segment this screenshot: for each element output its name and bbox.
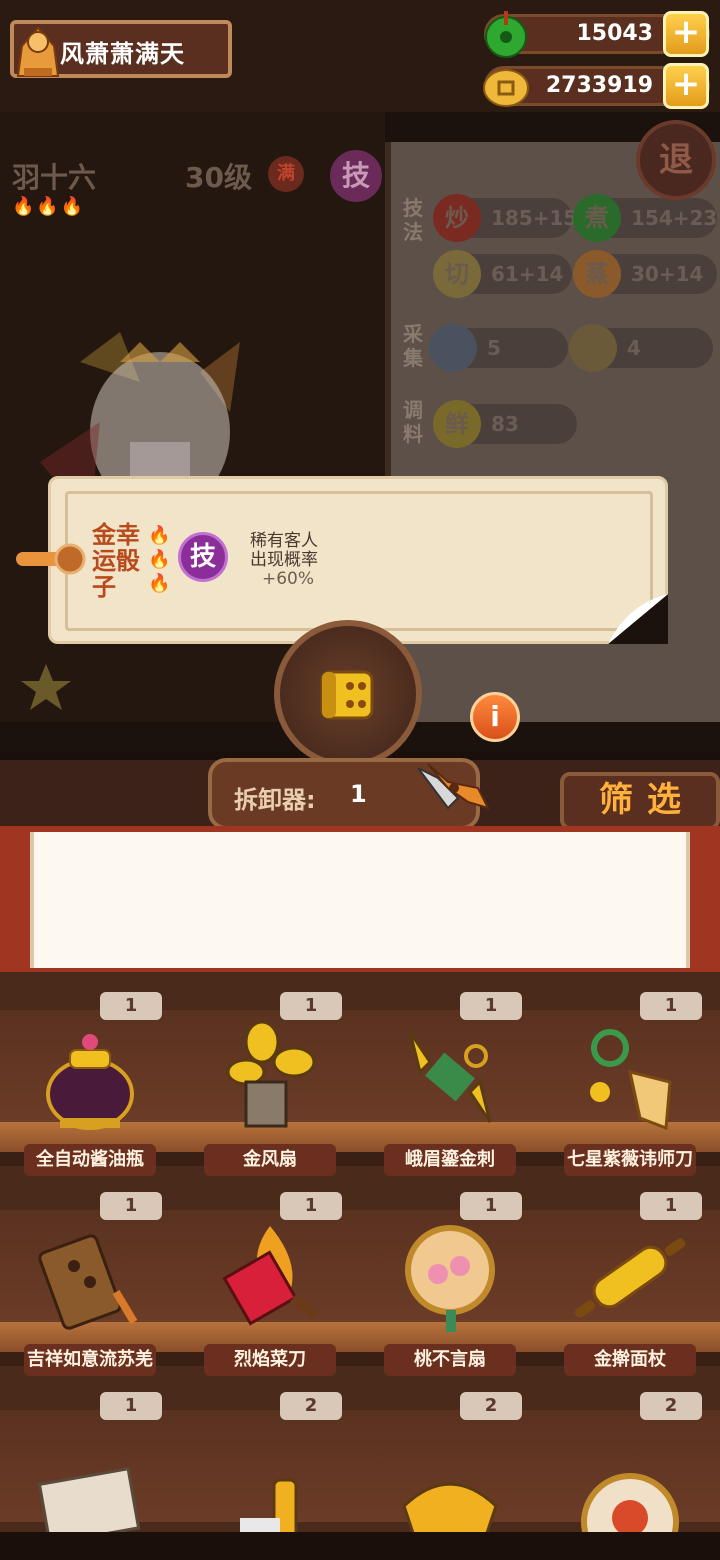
boil-icon: 煮 [573,194,621,242]
character-level: 30级 [185,161,252,194]
player-name-plate[interactable]: 风萧萧满天 [10,20,232,78]
soy-sauce-bottle-icon [46,1034,134,1130]
seven-star-knife-icon [590,1029,672,1131]
pointer-hand-icon [16,543,86,575]
stat-boil: 煮 154+23 [573,194,718,242]
jade-currency: 15043 + [484,11,710,58]
item-count: 1 [460,992,522,1020]
emei-piercer-icon [408,1031,492,1123]
tooltip-flames: 🔥🔥🔥 [148,525,171,594]
item-count: 1 [100,1192,162,1220]
item-count: 2 [460,1392,522,1420]
jade-icon [485,11,527,58]
coin-amount: 2733919 [545,73,653,98]
inventory-slot[interactable]: 2 [540,1372,720,1532]
technique-label: 技法 [403,196,423,244]
stir-fry-icon: 炒 [433,194,481,242]
disassembler-count: 1 [350,780,367,808]
item-count: 1 [640,992,702,1020]
inventory-slot[interactable]: 1 峨眉鎏金刺 [360,972,540,1176]
add-jade-button[interactable]: + [663,11,709,57]
disassembler-tool-icon[interactable] [408,758,498,818]
inventory-slot[interactable]: 2 [180,1372,360,1532]
meat-value: 5 [487,336,501,360]
item-count: 2 [640,1392,702,1420]
golden-bottle-icon [240,1478,298,1532]
rolling-pin-icon [574,1238,686,1318]
peach-fan-icon [405,1225,495,1332]
inventory-slot[interactable]: 1 [0,1372,180,1532]
tooltip-desc-line2: 出现概率 [250,550,318,570]
filter-button[interactable]: 筛选 [560,772,720,830]
cut-value: 61+14 [491,262,564,286]
tooltip-desc-value: +60% [262,569,315,589]
pizza-plate-icon [581,1473,679,1532]
meat-icon [429,324,477,372]
stat-steam: 蒸 30+14 [573,250,717,298]
fresh-icon: 鲜 [433,400,481,448]
tooltip-description: 稀有客人 出现概率 +60% [250,532,318,589]
stat-fresh: 鲜 83 [433,400,577,448]
item-count: 1 [280,992,342,1020]
item-count: 1 [100,1392,162,1420]
tassel-mold-icon [38,1234,138,1330]
inventory-slot[interactable]: 1 金擀面杖 [540,1172,720,1376]
inventory-slot[interactable]: 1 金风扇 [180,972,360,1176]
seasoning-label: 调料 [403,398,423,446]
inventory-slot[interactable]: 2 [360,1372,540,1532]
tooltip-skill-badge: 技 [178,532,228,582]
star-icon[interactable] [18,660,74,716]
stat-grain: 4 [569,324,713,372]
full-level-badge: 满 [268,156,304,192]
dice-button[interactable] [274,620,422,768]
disassembler-label: 拆卸器: [234,786,316,814]
character-name: 羽十六 [12,161,97,194]
rarity-flames: 🔥🔥🔥 [12,196,86,217]
stat-cut: 切 61+14 [433,250,572,298]
steam-icon: 蒸 [573,250,621,298]
flame-cleaver-icon [222,1226,320,1326]
item-count: 1 [640,1192,702,1220]
stat-stir-fry: 炒 185+15 [433,194,577,242]
inventory-slot[interactable]: 1 全自动酱油瓶 [0,972,180,1176]
top-bar: 风萧萧满天 15043 + 2733919 + [0,0,720,112]
cutting-board-icon [37,1467,141,1532]
jade-amount: 15043 [576,21,653,46]
golden-fan-icon [226,1022,316,1128]
item-count: 1 [100,992,162,1020]
detail-panel [30,832,690,968]
coin-currency: 2733919 + [483,63,710,109]
bottom-strip [0,1532,720,1560]
boil-value: 154+23 [631,206,718,230]
grain-basket-icon [569,324,617,372]
inventory-slot[interactable]: 1 桃不言扇 [360,1172,540,1376]
inventory-grid: 1 全自动酱油瓶 1 金风扇 1 峨眉鎏金刺 1 七星紫薇讳师刀 1 吉祥如意流… [0,972,720,1532]
tooltip-desc-line1: 稀有客人 [250,531,318,551]
page-curl-decoration [608,594,668,644]
item-count: 1 [280,1192,342,1220]
player-avatar-icon [16,26,60,77]
golden-dice-icon [320,670,374,720]
inventory-slot[interactable]: 1 吉祥如意流苏羌 [0,1172,180,1376]
fresh-value: 83 [491,412,519,436]
tooltip-title: 金幸运骰子 [92,521,140,601]
inventory-slot[interactable]: 1 烈焰菜刀 [180,1172,360,1376]
golden-bowl-icon [402,1482,498,1532]
grain-value: 4 [627,336,641,360]
inventory-slot[interactable]: 1 七星紫薇讳师刀 [540,972,720,1176]
add-coins-button[interactable]: + [663,63,709,109]
cut-icon: 切 [433,250,481,298]
item-count: 1 [460,1192,522,1220]
stir-fry-value: 185+15 [491,206,578,230]
gather-label: 采集 [403,322,423,370]
steam-value: 30+14 [631,262,704,286]
info-button[interactable]: i [470,692,520,742]
coin-icon [483,69,529,107]
item-count: 2 [280,1392,342,1420]
stat-meat: 5 [429,324,568,372]
player-name: 风萧萧满天 [60,40,185,68]
retreat-button[interactable]: 退 [636,120,716,200]
skill-badge[interactable]: 技 [330,150,382,202]
